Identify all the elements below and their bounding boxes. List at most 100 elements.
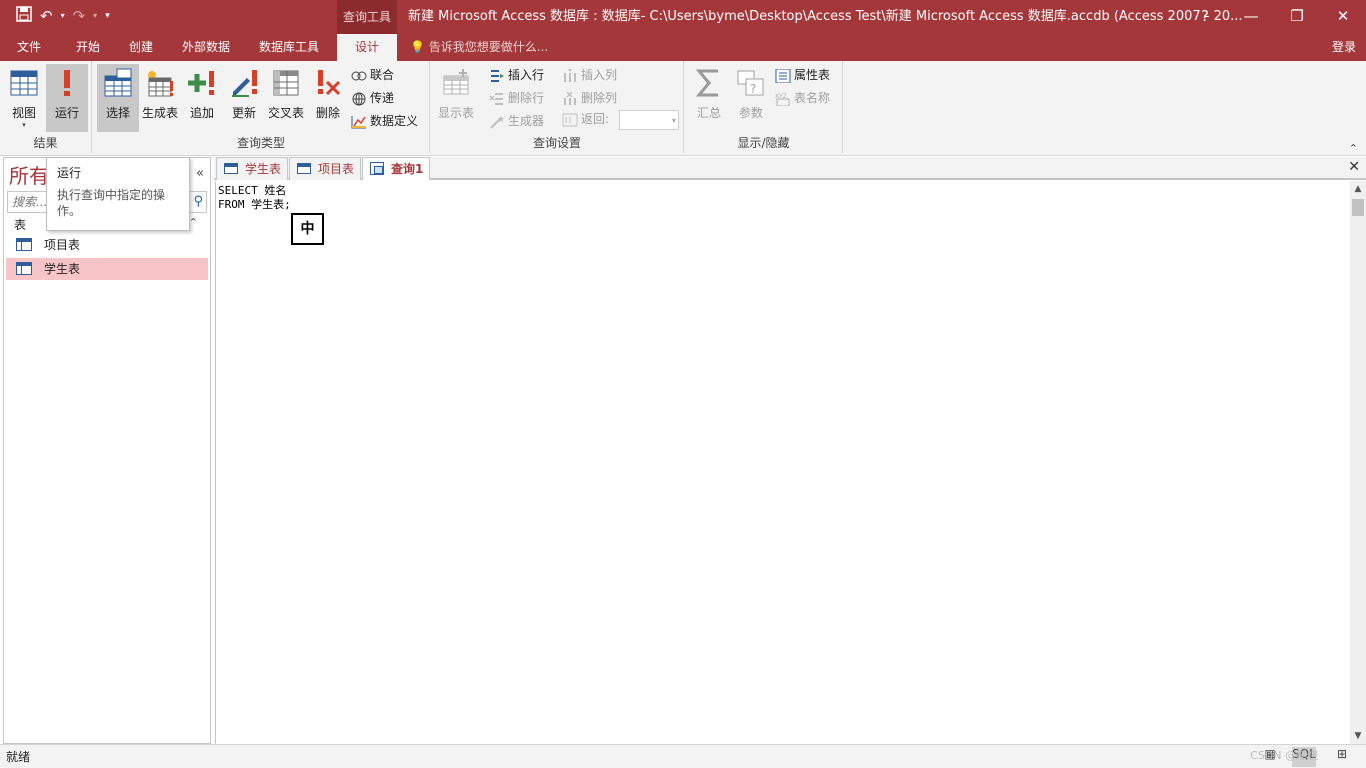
pass-through-button[interactable]: 传递 [351, 88, 394, 108]
window-title: 新建 Microsoft Access 数据库 : 数据库- C:\Users\… [408, 9, 1243, 24]
union-rings-icon [351, 69, 367, 83]
nav-item-student-table[interactable]: 学生表 [6, 258, 208, 280]
group-results-label: 结果 [33, 136, 58, 150]
design-view-status-icon[interactable]: ⊞ [1330, 747, 1354, 767]
delete-rows-button[interactable]: 删除行 [489, 88, 544, 108]
restore-button[interactable]: ❐ [1274, 0, 1320, 34]
show-table-button[interactable]: 显示表 [435, 64, 477, 132]
doc-tab-project-table[interactable]: 项目表 [289, 157, 361, 180]
view-button[interactable]: 视图 ▾ [4, 64, 44, 132]
svg-text:?: ? [750, 82, 756, 96]
append-button[interactable]: 追加 [183, 64, 221, 132]
customize-qat-icon[interactable]: ▾ [105, 6, 110, 26]
search-icon[interactable]: ⚲ [193, 194, 203, 209]
return-label: 返回: [581, 112, 610, 126]
delete-columns-button[interactable]: 删除列 [562, 88, 617, 108]
insert-columns-button[interactable]: 插入列 [562, 65, 617, 85]
tab-design[interactable]: 设计 [337, 34, 397, 61]
sigma-icon [694, 68, 724, 98]
minimize-button[interactable]: — [1228, 0, 1274, 34]
scroll-up-icon[interactable]: ▲ [1350, 181, 1366, 197]
show-table-icon [441, 68, 471, 98]
tooltip-description: 执行查询中指定的操作。 [57, 188, 166, 218]
undo-icon[interactable]: ↶ [40, 6, 53, 26]
tab-file[interactable]: 文件 [0, 34, 58, 61]
data-definition-button[interactable]: 数据定义 [351, 111, 418, 131]
select-query-button[interactable]: 选择 [97, 64, 139, 132]
property-sheet-label: 属性表 [794, 68, 831, 82]
help-button[interactable]: ? [1182, 0, 1228, 34]
collapse-nav-icon[interactable]: « [196, 166, 204, 181]
scroll-thumb[interactable] [1352, 199, 1364, 216]
view-label: 视图 [11, 106, 36, 120]
doc-tab-query1[interactable]: 查询1 [362, 157, 430, 180]
run-exclamation-icon [52, 68, 82, 98]
property-sheet-button[interactable]: 属性表 [775, 65, 830, 85]
ribbon: 视图 ▾ 运行 结果 选择 生成表 追加 更新 交叉表 删除 联合 传递 数据定… [0, 61, 1366, 156]
group-query-type-label: 查询类型 [236, 136, 285, 150]
table-names-icon: XYZ [775, 92, 791, 106]
redo-icon[interactable]: ↷ [73, 6, 86, 26]
builder-button[interactable]: 生成器 [489, 111, 544, 131]
quick-access-toolbar: ↶ ▾ ↷ ▾ ▾ [16, 6, 110, 26]
sql-text[interactable]: SELECT 姓名 FROM 学生表; [218, 184, 291, 212]
parameters-icon: ? [736, 68, 766, 98]
group-show-hide: 汇总 ? 参数 属性表 XYZ 表名称 显示/隐藏 [685, 61, 843, 153]
tab-external-data[interactable]: 外部数据 [170, 34, 242, 61]
table-names-button[interactable]: XYZ 表名称 [775, 88, 830, 108]
nav-item-project-table[interactable]: 项目表 [6, 234, 208, 256]
scroll-down-icon[interactable]: ▼ [1350, 728, 1366, 744]
update-button[interactable]: 更新 [225, 64, 263, 132]
group-query-type: 选择 生成表 追加 更新 交叉表 删除 联合 传递 数据定义 查询类型 [93, 61, 430, 153]
return-select[interactable]: ▾ [618, 109, 679, 130]
append-plus-icon [187, 68, 217, 98]
delete-query-button[interactable]: 删除 [309, 64, 347, 132]
delete-rows-label: 删除行 [508, 91, 545, 105]
delete-columns-label: 删除列 [581, 91, 618, 105]
delete-x-icon [313, 68, 343, 98]
vertical-scrollbar[interactable]: ▲ ▼ [1350, 181, 1366, 744]
run-button[interactable]: 运行 [46, 64, 88, 132]
view-dropdown-icon: ▾ [22, 121, 26, 129]
doc-tab-label: 项目表 [318, 162, 355, 176]
redo-dropdown-icon[interactable]: ▾ [93, 6, 97, 26]
save-icon[interactable] [16, 6, 32, 26]
close-document-icon[interactable]: ✕ [1348, 159, 1360, 175]
undo-dropdown-icon[interactable]: ▾ [61, 6, 65, 26]
tell-me-box[interactable]: 💡 告诉我您想要做什么... [410, 34, 548, 61]
close-window-button[interactable]: ✕ [1320, 0, 1366, 34]
nav-title[interactable]: 所有 [9, 160, 49, 189]
insert-columns-icon [562, 68, 578, 83]
tab-home[interactable]: 开始 [62, 34, 114, 61]
query-icon [370, 162, 384, 175]
status-bar: 就绪 ▦ SQL ⊞ CSDN @燃烧 [0, 744, 1366, 768]
make-table-label: 生成表 [141, 106, 178, 120]
table-icon [16, 238, 32, 251]
insert-rows-button[interactable]: 插入行 [489, 65, 544, 85]
union-label: 联合 [370, 68, 395, 82]
group-query-setup-label: 查询设置 [532, 136, 581, 150]
make-table-button[interactable]: 生成表 [141, 64, 179, 132]
totals-button[interactable]: 汇总 [689, 64, 729, 132]
return-dropdown-icon: ▾ [671, 115, 676, 125]
crosstab-button[interactable]: 交叉表 [265, 64, 307, 132]
union-button[interactable]: 联合 [351, 65, 394, 85]
doc-tab-student-table[interactable]: 学生表 [216, 157, 288, 180]
sql-editor[interactable]: SELECT 姓名 FROM 学生表; 中 [215, 181, 1350, 744]
document-tabs: 学生表 项目表 查询1 ✕ [214, 157, 1366, 180]
login-link[interactable]: 登录 [1332, 34, 1356, 61]
select-label: 选择 [105, 106, 130, 120]
pass-through-label: 传递 [370, 91, 395, 105]
tab-database-tools[interactable]: 数据库工具 [248, 34, 330, 61]
globe-icon [351, 92, 367, 106]
parameters-button[interactable]: ? 参数 [731, 64, 771, 132]
watermark: CSDN @燃烧 [1250, 749, 1318, 762]
context-tab-query-tools: 查询工具 [337, 0, 397, 34]
tab-create[interactable]: 创建 [116, 34, 166, 61]
title-bar: ↶ ▾ ↷ ▾ ▾ 查询工具 新建 Microsoft Access 数据库 :… [0, 0, 1366, 34]
insert-columns-label: 插入列 [581, 68, 618, 82]
collapse-ribbon-icon[interactable]: ⌃ [1349, 142, 1358, 155]
tooltip-title: 运行 [57, 166, 82, 180]
nav-section-tables[interactable]: 表 [14, 216, 26, 233]
section-collapse-icon[interactable]: ⌃ [189, 216, 198, 229]
